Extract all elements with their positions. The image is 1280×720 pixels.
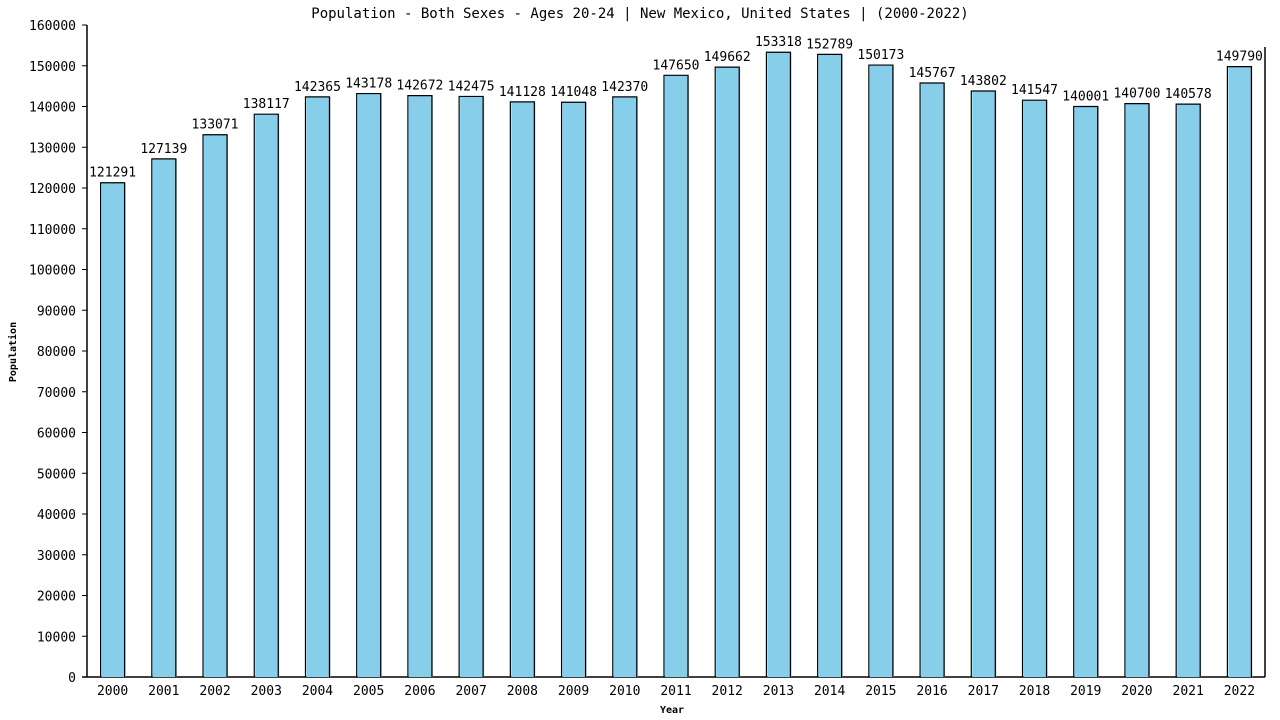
data-label: 142672 — [396, 79, 443, 94]
data-label: 127139 — [140, 142, 187, 157]
bar — [921, 82, 946, 678]
y-tick-label: 80000 — [37, 345, 76, 360]
y-tick-label: 70000 — [37, 386, 76, 401]
y-tick-label: 30000 — [37, 549, 76, 564]
data-label: 145767 — [909, 66, 956, 81]
x-tick-label: 2021 — [1173, 684, 1204, 699]
chart-title: Population - Both Sexes - Ages 20-24 | N… — [311, 6, 968, 22]
x-axis: 2000 2001 2002 2003 2004 2005 2006 2007 2008 2009… — [82, 676, 1265, 699]
data-label: 149790 — [1216, 50, 1263, 65]
x-tick-label: 2014 — [814, 684, 845, 699]
bar-chart: Population - Both Sexes - Ages 20-24 | N… — [7, 6, 1266, 716]
y-tick-label: 140000 — [29, 101, 76, 116]
y-tick-label: 60000 — [37, 427, 76, 442]
x-tick-label: 2018 — [1019, 684, 1050, 699]
x-tick-label: 2015 — [865, 684, 896, 699]
data-label: 141048 — [550, 85, 597, 100]
x-tick-label: 2006 — [404, 684, 435, 699]
x-tick-label: 2005 — [353, 684, 384, 699]
bar — [716, 67, 741, 678]
bar — [869, 65, 894, 677]
data-label: 140001 — [1062, 89, 1109, 104]
bar — [511, 101, 536, 678]
data-label: 147650 — [653, 58, 700, 73]
x-tick-label: 2020 — [1121, 684, 1152, 699]
x-tick-label: 2017 — [968, 684, 999, 699]
data-label: 140578 — [1165, 87, 1212, 102]
x-axis-title: Year — [660, 705, 684, 716]
y-tick-label: 100000 — [29, 264, 76, 279]
data-label: 143802 — [960, 74, 1007, 89]
bar — [255, 114, 280, 678]
data-label: 149662 — [704, 50, 751, 65]
bar — [204, 134, 229, 678]
x-tick-label: 2022 — [1224, 684, 1255, 699]
y-tick-label: 40000 — [37, 508, 76, 523]
x-tick-label: 2016 — [916, 684, 947, 699]
bar — [1074, 106, 1099, 678]
data-label: 121291 — [89, 166, 136, 181]
x-tick-label: 2002 — [199, 684, 230, 699]
bar — [972, 91, 997, 678]
y-tick-label: 20000 — [37, 590, 76, 605]
data-label: 133071 — [192, 118, 239, 133]
bar — [408, 95, 433, 678]
bar — [1023, 100, 1048, 677]
bar — [1177, 104, 1202, 677]
bar — [357, 93, 382, 677]
bar — [460, 96, 485, 678]
data-label: 142370 — [601, 80, 648, 95]
data-label: 152789 — [806, 37, 853, 52]
data-label: 142365 — [294, 80, 341, 95]
x-tick-label: 2019 — [1070, 684, 1101, 699]
bar — [613, 96, 638, 678]
y-tick-label: 110000 — [29, 223, 76, 238]
y-tick-label: 0 — [68, 671, 76, 686]
y-axis-title: Population — [7, 322, 19, 382]
x-tick-label: 2009 — [558, 684, 589, 699]
y-tick-label: 10000 — [37, 630, 76, 645]
data-label: 138117 — [243, 97, 290, 112]
data-label: 150173 — [857, 48, 904, 63]
bar — [152, 158, 177, 677]
data-label: 142475 — [448, 79, 495, 94]
y-tick-label: 120000 — [29, 182, 76, 197]
y-tick-label: 90000 — [37, 304, 76, 319]
x-tick-label: 2011 — [660, 684, 691, 699]
y-tick-label: 50000 — [37, 467, 76, 482]
data-label: 141547 — [1011, 83, 1058, 98]
x-tick-label: 2013 — [763, 684, 794, 699]
bar — [101, 182, 126, 677]
y-tick-label: 130000 — [29, 141, 76, 156]
x-tick-label: 2001 — [148, 684, 179, 699]
x-tick-label: 2010 — [609, 684, 640, 699]
data-label: 141128 — [499, 85, 546, 100]
data-label: 140700 — [1113, 87, 1160, 102]
bar — [665, 75, 689, 678]
x-tick-label: 2000 — [97, 684, 128, 699]
x-tick-label: 2012 — [712, 684, 743, 699]
bar — [1125, 103, 1150, 677]
y-tick-label: 150000 — [29, 60, 76, 75]
data-label: 143178 — [345, 77, 392, 92]
bars — [100, 51, 1253, 678]
x-tick-label: 2007 — [455, 684, 486, 699]
y-tick-label: 160000 — [29, 19, 76, 34]
x-tick-label: 2003 — [251, 684, 282, 699]
bar — [767, 52, 792, 678]
bar — [1228, 66, 1253, 677]
x-tick-label: 2004 — [302, 684, 333, 699]
bar — [562, 102, 587, 678]
bar — [818, 54, 843, 677]
data-label: 153318 — [755, 35, 802, 50]
bar — [306, 96, 331, 678]
x-tick-label: 2008 — [507, 684, 538, 699]
